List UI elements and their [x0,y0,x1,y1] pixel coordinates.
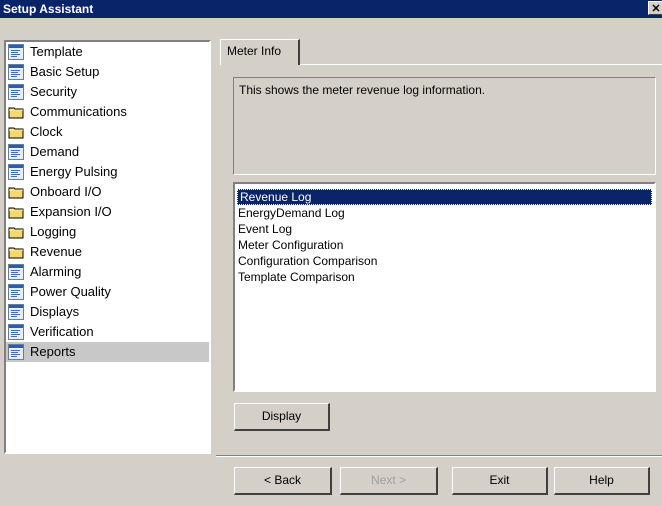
sidebar-item-label: Basic Setup [30,64,100,79]
sidebar-item-clock[interactable]: Clock [6,122,209,142]
exit-button[interactable]: Exit [452,467,548,495]
sidebar-item-onboard-i-o[interactable]: Onboard I/O [6,182,209,202]
sidebar-item-label: Security [30,84,77,99]
document-icon [8,64,24,80]
list-item[interactable]: Event Log [235,221,654,237]
sidebar-item-expansion-i-o[interactable]: Expansion I/O [6,202,209,222]
sidebar-item-demand[interactable]: Demand [6,142,209,162]
folder-icon [8,124,24,140]
sidebar-item-label: Communications [30,104,127,119]
sidebar-item-logging[interactable]: Logging [6,222,209,242]
sidebar-item-label: Logging [30,224,77,239]
sidebar-item-label: Verification [30,324,94,339]
sidebar-item-label: Revenue [30,244,83,259]
folder-icon [8,244,24,260]
folder-icon [8,224,24,240]
document-icon [8,144,24,160]
folder-icon [8,204,24,220]
sidebar-item-label: Alarming [30,264,82,279]
close-icon: ✕ [651,3,661,15]
button-separator [216,455,662,457]
sidebar-item-template[interactable]: Template [6,42,209,62]
sidebar-item-label: Reports [30,344,76,359]
list-item[interactable]: Configuration Comparison [235,253,654,269]
document-icon [8,84,24,100]
sidebar-item-power-quality[interactable]: Power Quality [6,282,209,302]
help-button[interactable]: Help [554,467,650,495]
list-item[interactable]: Revenue Log [237,189,652,205]
tab-meter-info[interactable]: Meter Info [220,39,300,65]
window-title: Setup Assistant [3,2,94,16]
title-bar: Setup Assistant ✕ [0,0,662,18]
sidebar-item-label: Clock [30,124,63,139]
document-icon [8,344,24,360]
tab-divider [300,64,662,65]
sidebar-item-label: Energy Pulsing [30,164,118,179]
sidebar-item-label: Expansion I/O [30,204,112,219]
document-icon [8,284,24,300]
back-button[interactable]: < Back [234,467,332,495]
document-icon [8,164,24,180]
sidebar-item-communications[interactable]: Communications [6,102,209,122]
description-box: This shows the meter revenue log informa… [233,77,656,175]
folder-icon [8,104,24,120]
sidebar-item-security[interactable]: Security [6,82,209,102]
list-item[interactable]: EnergyDemand Log [235,205,654,221]
sidebar-item-label: Power Quality [30,284,111,299]
document-icon [8,324,24,340]
sidebar-item-energy-pulsing[interactable]: Energy Pulsing [6,162,209,182]
sidebar-item-revenue[interactable]: Revenue [6,242,209,262]
document-icon [8,264,24,280]
tab-label: Meter Info [227,44,282,58]
sidebar: Template Basic Setup Security Communication… [4,40,211,454]
sidebar-item-label: Onboard I/O [30,184,102,199]
sidebar-item-reports[interactable]: Reports [6,342,209,362]
sidebar-item-label: Demand [30,144,80,159]
report-listbox[interactable]: Revenue Log EnergyDemand Log Event Log Mete… [233,182,656,392]
list-item[interactable]: Template Comparison [235,269,654,285]
description-text: This shows the meter revenue log informa… [239,83,486,97]
next-button[interactable]: Next > [340,467,438,495]
close-button[interactable]: ✕ [648,1,662,15]
sidebar-item-label: Template [30,44,83,59]
document-icon [8,44,24,60]
sidebar-item-basic-setup[interactable]: Basic Setup [6,62,209,82]
sidebar-item-label: Displays [30,304,80,319]
list-item[interactable]: Meter Configuration [235,237,654,253]
document-icon [8,304,24,320]
display-button[interactable]: Display [234,403,330,431]
folder-icon [8,184,24,200]
sidebar-item-displays[interactable]: Displays [6,302,209,322]
sidebar-item-alarming[interactable]: Alarming [6,262,209,282]
sidebar-item-verification[interactable]: Verification [6,322,209,342]
